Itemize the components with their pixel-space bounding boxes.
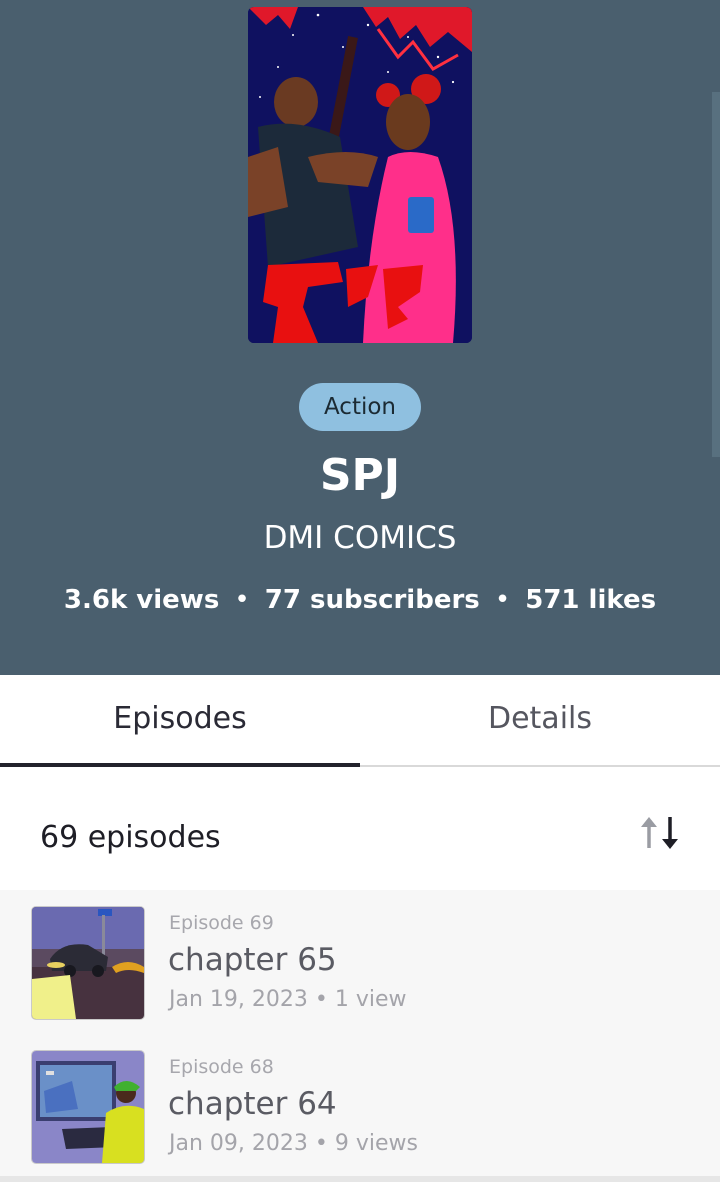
- views-count: 3.6k views: [63, 585, 220, 615]
- episode-number: Episode 69: [169, 912, 274, 934]
- series-title: SPJ: [319, 450, 401, 501]
- episode-date: Jan 19, 2023: [169, 987, 308, 1012]
- header-scrollbar[interactable]: [712, 92, 720, 457]
- episode-views: 1 view: [334, 987, 407, 1012]
- episode-thumbnail: [32, 907, 144, 1019]
- episode-meta: Jan 19, 2023 • 1 view: [169, 985, 407, 1015]
- episode-views: 9 views: [334, 1131, 418, 1156]
- episode-list: Episode 69 chapter 65 Jan 19, 2023 • 1 v…: [0, 890, 720, 1182]
- tab-bar: Episodes Details: [0, 675, 720, 767]
- series-stats: 3.6k views • 77 subscribers • 571 likes: [0, 580, 720, 620]
- stats-separator: •: [494, 585, 511, 615]
- subscribers-count: 77 subscribers: [264, 585, 480, 615]
- stats-separator: •: [234, 585, 250, 615]
- episode-title: chapter 64: [168, 1086, 337, 1122]
- series-header: Action SPJ DMI COMICS 3.6k views • 77 su…: [0, 0, 720, 675]
- genre-badge[interactable]: Action: [299, 383, 421, 431]
- list-item[interactable]: Episode 68 chapter 64 Jan 09, 2023 • 9 v…: [0, 1050, 720, 1180]
- episode-thumbnail: [32, 1051, 144, 1163]
- series-author[interactable]: DMI COMICS: [0, 516, 720, 560]
- episode-date: Jan 09, 2023: [169, 1131, 308, 1156]
- episode-number: Episode 68: [169, 1056, 274, 1078]
- episode-count: 69 episodes: [40, 820, 221, 855]
- episode-title: chapter 65: [168, 942, 337, 978]
- tab-details[interactable]: Details: [360, 675, 720, 763]
- likes-count: 571 likes: [525, 585, 657, 615]
- sort-arrows-icon[interactable]: [638, 812, 684, 854]
- bottom-edge: [0, 1176, 720, 1182]
- episode-meta: Jan 09, 2023 • 9 views: [169, 1129, 418, 1159]
- episodes-header: 69 episodes: [0, 767, 720, 890]
- cover-image: [248, 7, 472, 343]
- list-item[interactable]: Episode 69 chapter 65 Jan 19, 2023 • 1 v…: [0, 906, 720, 1036]
- meta-separator: •: [314, 987, 328, 1012]
- tab-episodes[interactable]: Episodes: [0, 675, 360, 763]
- meta-separator: •: [314, 1131, 328, 1156]
